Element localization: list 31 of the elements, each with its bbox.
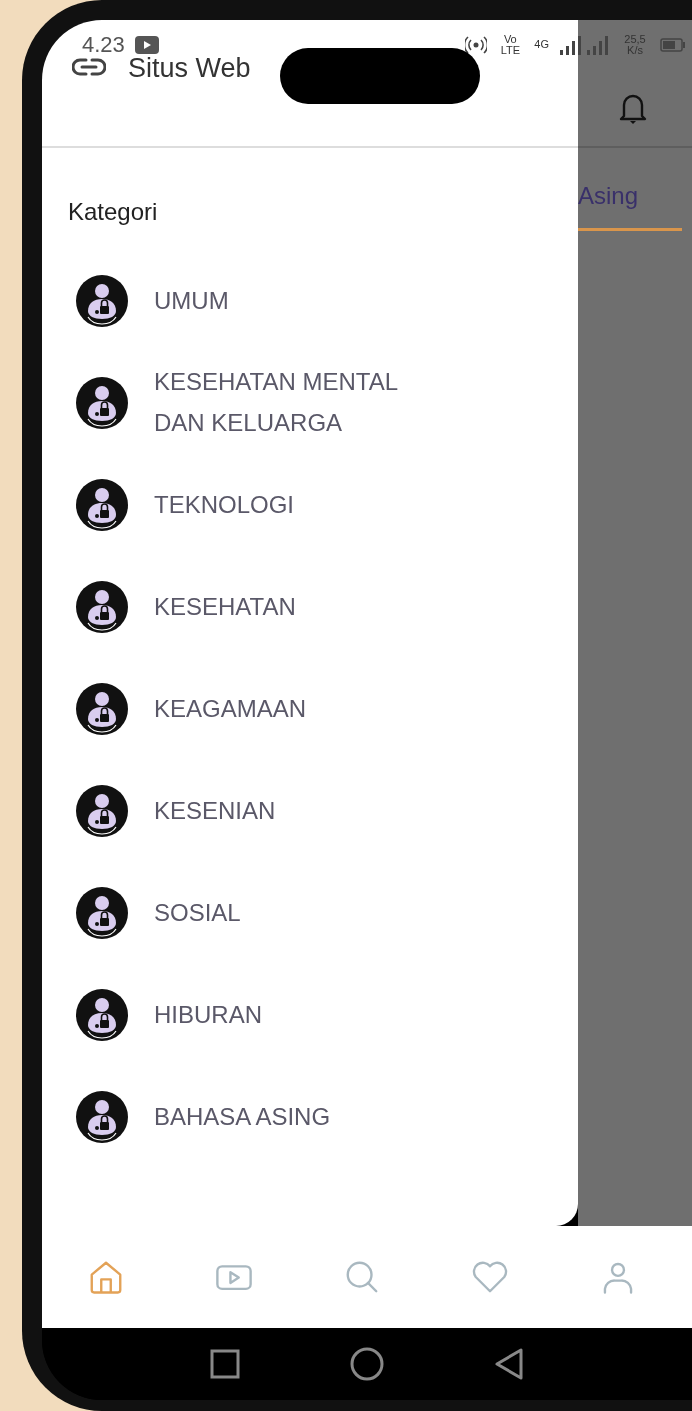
drawer-heading: Kategori bbox=[67, 197, 159, 227]
person-lock-icon bbox=[76, 989, 128, 1041]
person-lock-icon bbox=[76, 683, 128, 735]
battery-icon bbox=[660, 37, 686, 52]
person-lock-icon bbox=[76, 581, 128, 633]
category-item[interactable]: UMUM bbox=[42, 250, 578, 352]
category-item[interactable]: KESEHATAN bbox=[42, 556, 578, 658]
person-lock-icon bbox=[76, 479, 128, 531]
hotspot-icon bbox=[465, 34, 488, 55]
recent-apps-icon[interactable] bbox=[210, 1349, 240, 1379]
site-title: Situs Web bbox=[128, 52, 251, 85]
category-item[interactable]: KESEHATAN MENTAL DAN KELUARGA bbox=[42, 352, 578, 454]
category-item[interactable]: HIBURAN bbox=[42, 964, 578, 1066]
link-icon bbox=[72, 56, 106, 78]
person-lock-icon bbox=[76, 275, 128, 327]
status-time: 4.23 bbox=[82, 31, 125, 59]
data-type-label: 4G bbox=[533, 38, 550, 51]
category-item[interactable]: KESENIAN bbox=[42, 760, 578, 862]
person-lock-icon bbox=[76, 887, 128, 939]
person-lock-icon bbox=[76, 377, 128, 429]
signal-icon bbox=[560, 34, 610, 55]
category-item[interactable]: TEKNOLOGI bbox=[42, 454, 578, 556]
back-icon[interactable] bbox=[494, 1348, 524, 1380]
category-item[interactable]: BAHASA ASING bbox=[42, 1066, 578, 1168]
network-label: Vo LTE bbox=[499, 33, 521, 56]
category-item[interactable]: SOSIAL bbox=[42, 862, 578, 964]
category-item[interactable]: KEAGAMAAN bbox=[42, 658, 578, 760]
person-lock-icon bbox=[76, 1091, 128, 1143]
speed-label: 25,5 K/s bbox=[623, 33, 647, 56]
person-lock-icon bbox=[76, 785, 128, 837]
home-circle-icon[interactable] bbox=[350, 1347, 384, 1381]
